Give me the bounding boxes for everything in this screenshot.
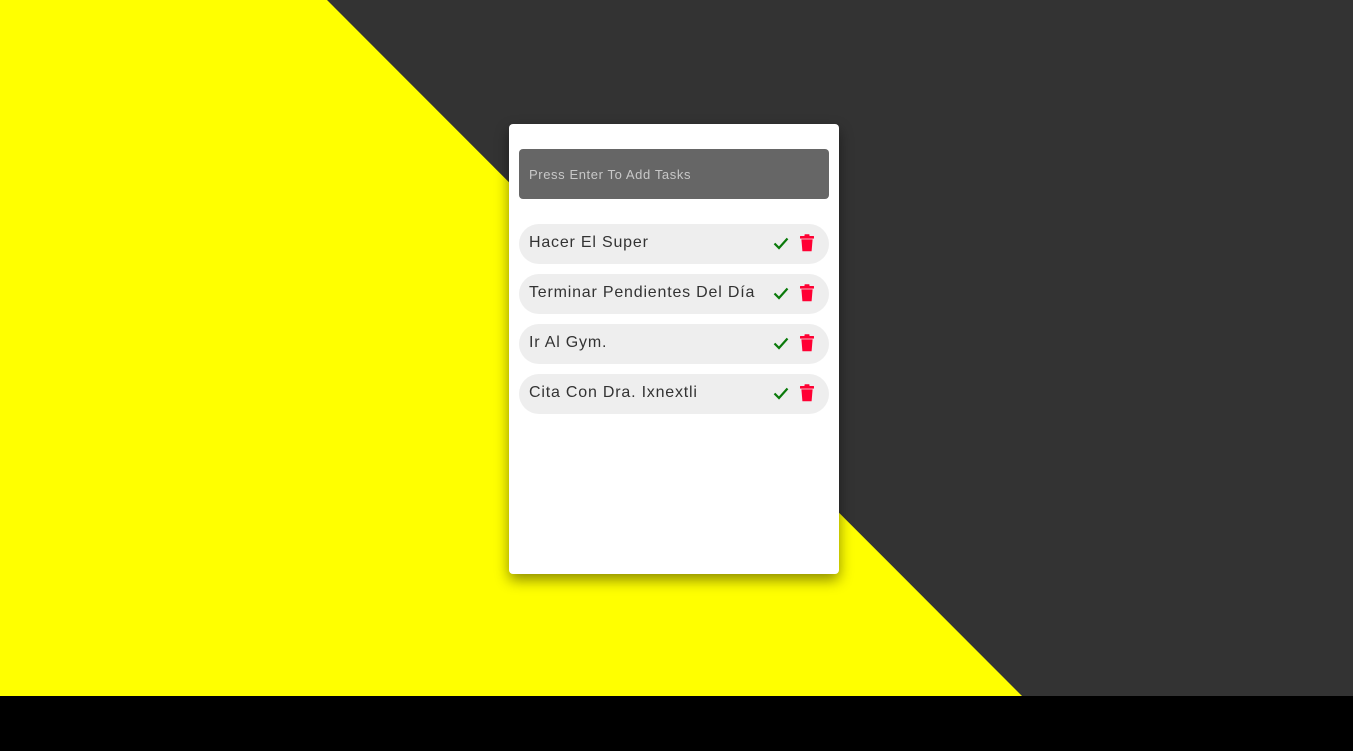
task-text: Terminar Pendientes Del Día [529,284,756,301]
trash-icon[interactable] [798,234,816,252]
check-icon[interactable] [772,234,790,252]
trash-icon[interactable] [798,334,816,352]
task-item: Cita Con Dra. Ixnextli [519,374,829,414]
task-actions [772,274,816,312]
task-item: Terminar Pendientes Del Día [519,274,829,314]
task-actions [772,324,816,362]
task-actions [772,224,816,262]
task-list: Hacer El Super Terminar Pendientes Del D… [519,224,829,424]
task-item: Ir Al Gym. [519,324,829,364]
task-actions [772,374,816,412]
todo-card: Hacer El Super Terminar Pendientes Del D… [509,124,839,574]
task-text: Cita Con Dra. Ixnextli [529,384,698,401]
check-icon[interactable] [772,284,790,302]
bottom-bar [0,696,1353,751]
task-text: Hacer El Super [529,234,649,251]
trash-icon[interactable] [798,384,816,402]
add-task-input[interactable] [519,149,829,199]
task-item: Hacer El Super [519,224,829,264]
check-icon[interactable] [772,384,790,402]
check-icon[interactable] [772,334,790,352]
trash-icon[interactable] [798,284,816,302]
task-text: Ir Al Gym. [529,334,608,351]
